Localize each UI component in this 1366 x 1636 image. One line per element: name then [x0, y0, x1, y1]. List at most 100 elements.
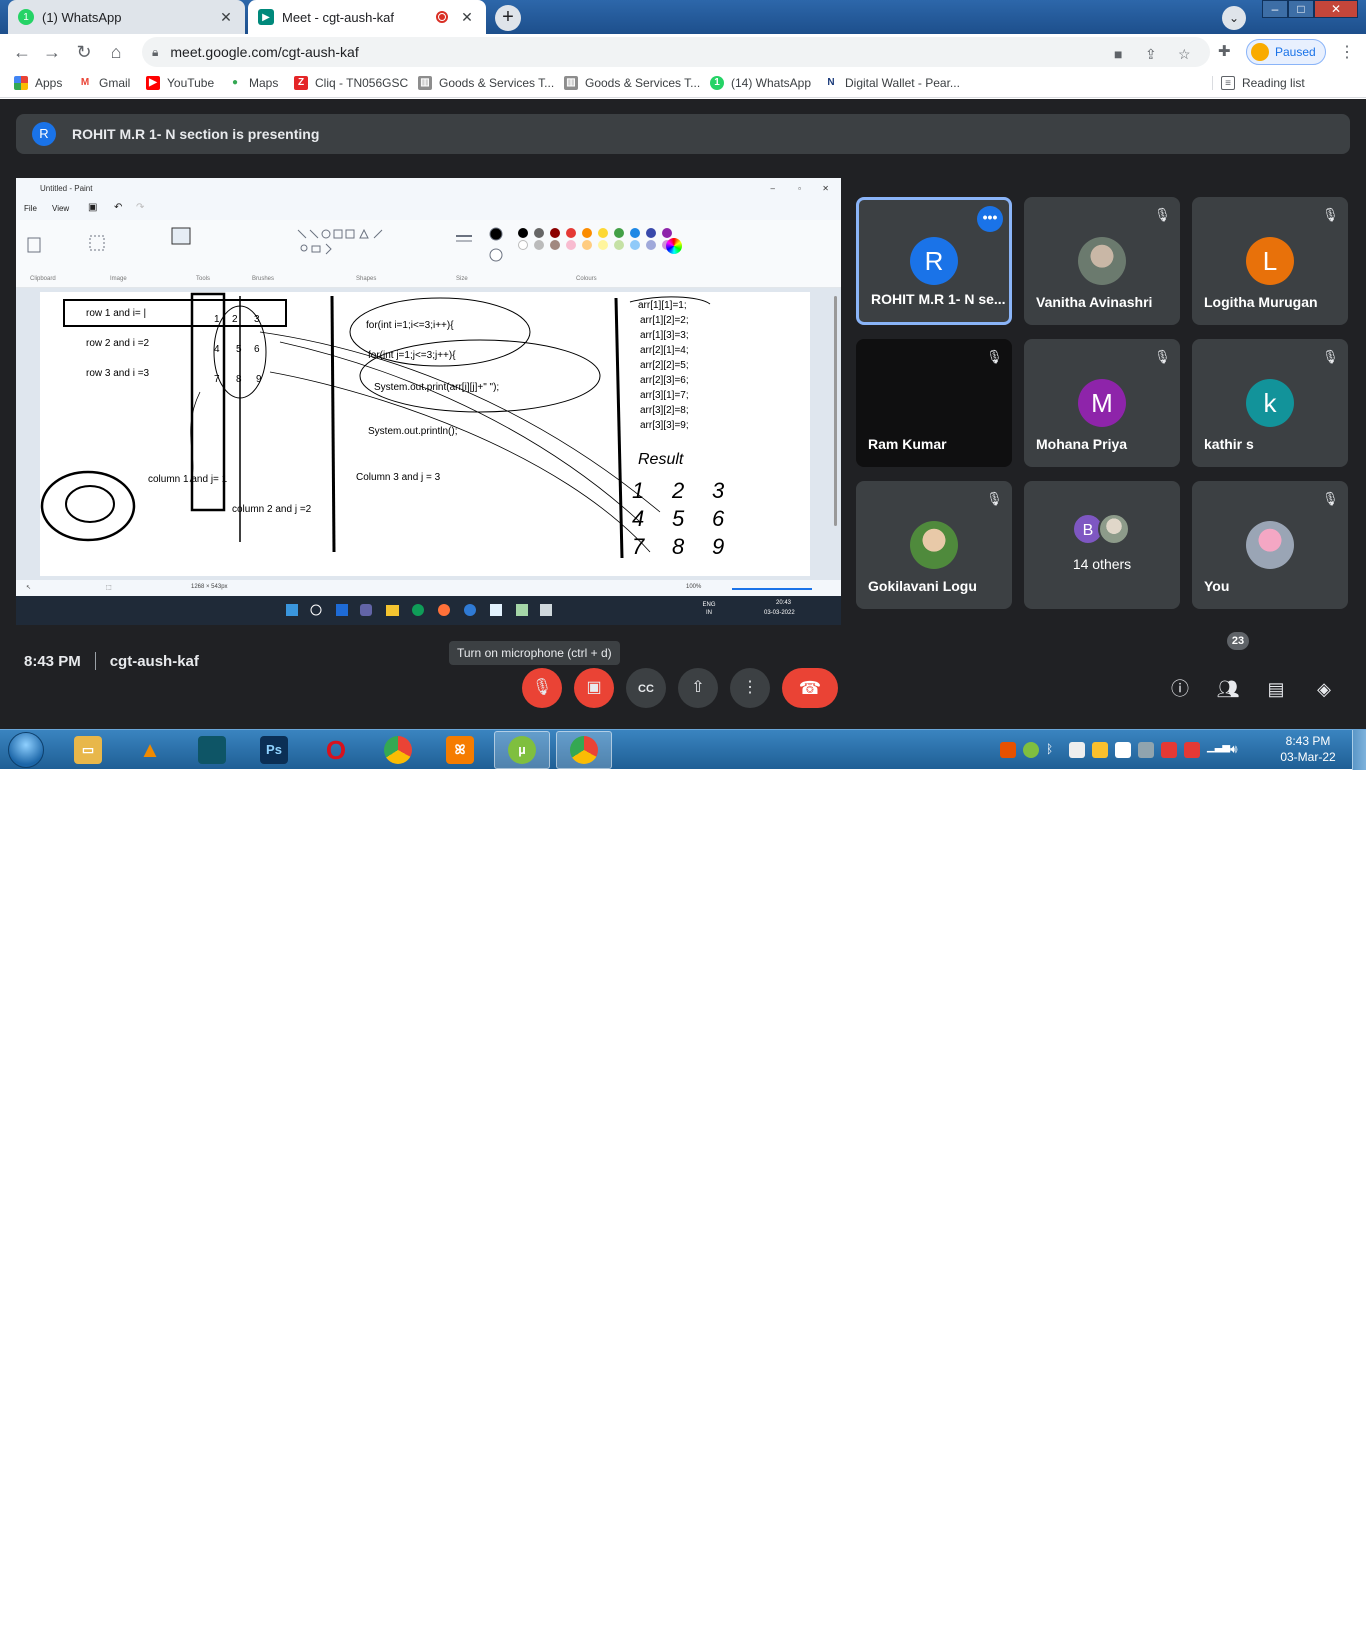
taskbar-chrome-profile[interactable] [556, 731, 612, 769]
whatsapp-icon: 1 [18, 9, 34, 25]
taskbar-explorer[interactable]: ▭ [60, 731, 116, 769]
participant-tile-gokilavani[interactable]: 🎙︎ Gokilavani Logu [856, 481, 1012, 609]
tray-icon[interactable] [1023, 742, 1039, 758]
avatar [910, 521, 958, 569]
tab-search-button[interactable]: ⌄ [1222, 6, 1246, 30]
taskbar-opera[interactable]: O [308, 731, 364, 769]
close-tab-icon[interactable]: ✕ [458, 9, 476, 26]
canvas-size: 1268 × 543px [191, 584, 228, 590]
participant-tile-vanitha[interactable]: 🎙︎ Vanitha Avinashri [1024, 197, 1180, 325]
chrome-profile-icon [570, 736, 598, 764]
present-button[interactable]: ⇧ [678, 668, 718, 708]
taskbar-xampp[interactable]: ꕤ [432, 731, 488, 769]
camera-toggle-button[interactable]: ▣ [574, 668, 614, 708]
matrix-cell: 3 [254, 314, 260, 325]
matrix-cell: 6 [254, 344, 260, 355]
more-options-icon[interactable]: ••• [977, 206, 1003, 232]
present-screen-icon: ⇧ [691, 679, 705, 696]
tray-icon[interactable] [1000, 742, 1016, 758]
tray-icon[interactable] [1115, 742, 1131, 758]
opera-icon: O [325, 735, 347, 765]
show-desktop-button[interactable] [1352, 730, 1366, 770]
participant-tile-ram[interactable]: 🎙︎ Ram Kumar [856, 339, 1012, 467]
more-options-button[interactable]: ⋮ [730, 668, 770, 708]
forward-icon[interactable]: → [40, 40, 64, 64]
people-button[interactable]: 👥︎ [1216, 677, 1240, 701]
participant-tile-logitha[interactable]: L 🎙︎ Logitha Murugan [1192, 197, 1348, 325]
tray-icon[interactable] [1161, 742, 1177, 758]
bookmark-youtube[interactable]: ▶ YouTube [146, 76, 214, 90]
meeting-code: cgt-aush-kaf [109, 652, 199, 670]
participant-tile-mohana[interactable]: M 🎙︎ Mohana Priya [1024, 339, 1180, 467]
presenting-banner: R ROHIT M.R 1- N section is presenting [16, 114, 1350, 154]
participant-tile-rohit[interactable]: R ••• ROHIT M.R 1- N se... [856, 197, 1012, 325]
captions-button[interactable]: CC [626, 668, 666, 708]
taskbar-vlc[interactable]: ▲ [122, 731, 178, 769]
system-clock[interactable]: 8:43 PM 03-Mar-22 [1272, 733, 1344, 765]
taskbar-chrome[interactable] [370, 731, 426, 769]
volume-icon[interactable]: 🔊︎ [1230, 742, 1246, 758]
presenter-clock-time: 20:43 [776, 600, 792, 606]
new-tab-button[interactable]: + [495, 5, 521, 31]
leave-call-button[interactable]: ☎︎ [782, 668, 838, 708]
taskbar-app[interactable] [184, 731, 240, 769]
bookmark-apps[interactable]: Apps [14, 76, 62, 90]
others-avatars: B [1072, 513, 1136, 547]
paint-maximize-icon: ▫ [798, 183, 801, 193]
meeting-info-button[interactable]: ⓘ [1168, 677, 1192, 701]
bookmark-label: Goods & Services T... [585, 76, 701, 90]
mic-toggle-button[interactable]: 🎙︎ [522, 668, 562, 708]
maximize-button[interactable]: □ [1288, 0, 1314, 18]
tab-whatsapp[interactable]: 1 (1) WhatsApp ✕ [8, 0, 245, 34]
network-signal-icon[interactable]: ▁▃▅ [1207, 742, 1230, 758]
bookmark-cliq[interactable]: Z Cliq - TN056GSC [294, 76, 408, 90]
bookmark-digital-wallet[interactable]: N Digital Wallet - Pear... [824, 76, 960, 90]
minimize-button[interactable]: – [1262, 0, 1288, 18]
browser-menu-icon[interactable]: ⋮ [1339, 42, 1355, 62]
tray-icon[interactable] [1069, 742, 1085, 758]
home-icon[interactable]: ⌂ [104, 40, 128, 64]
share-icon[interactable]: ⇪ [1145, 46, 1157, 63]
bluetooth-icon[interactable]: ᛒ [1046, 742, 1062, 758]
start-button[interactable] [8, 732, 44, 768]
bookmark-gmail[interactable]: M Gmail [78, 76, 130, 90]
reload-icon[interactable]: ↻ [72, 40, 96, 64]
matrix-cell: 9 [256, 374, 262, 385]
chat-button[interactable]: ▤ [1264, 677, 1288, 701]
canvas-row-1: row 1 and i= | [86, 308, 146, 319]
tray-icon[interactable] [1184, 742, 1200, 758]
reading-list-icon: ≡ [1221, 76, 1235, 90]
tray-icon[interactable] [1138, 742, 1154, 758]
tray-icon[interactable] [1092, 742, 1108, 758]
back-icon[interactable]: ← [10, 40, 34, 64]
clock-time: 8:43 PM [1285, 734, 1331, 748]
taskbar-utorrent[interactable]: µ [494, 731, 550, 769]
address-bar[interactable]: 🔒︎ meet.google.com/cgt-aush-kaf ■ ⇪ ☆ [142, 37, 1210, 67]
close-tab-icon[interactable]: ✕ [217, 9, 235, 26]
participant-name: Mohana Priya [1036, 436, 1128, 452]
tab-meet[interactable]: ▶ Meet - cgt-aush-kaf ✕ [248, 0, 486, 34]
bookmark-gst-2[interactable]: ▥ Goods & Services T... [564, 76, 700, 90]
result-cell: 7 [632, 534, 645, 559]
profile-button[interactable]: Paused [1246, 39, 1326, 65]
taskbar-photoshop[interactable]: Ps [246, 731, 302, 769]
close-window-button[interactable]: ✕ [1314, 0, 1358, 18]
result-cell: 9 [712, 534, 724, 559]
extensions-icon[interactable]: ✚ [1218, 42, 1231, 60]
bookmark-whatsapp[interactable]: 1 (14) WhatsApp [710, 76, 811, 90]
bookmark-maps[interactable]: ● Maps [228, 76, 278, 90]
ribbon-label: Image [110, 276, 127, 282]
camera-icon[interactable]: ■ [1114, 46, 1122, 62]
bookmark-star-icon[interactable]: ☆ [1178, 46, 1191, 63]
lock-icon[interactable]: 🔒︎ [152, 45, 158, 60]
participant-tile-kathir[interactable]: k 🎙︎ kathir s [1192, 339, 1348, 467]
avatar: M [1078, 379, 1126, 427]
mic-off-icon: 🎙︎ [1322, 491, 1339, 506]
activities-button[interactable]: ◈ [1312, 677, 1336, 701]
participant-tile-others[interactable]: B 14 others [1024, 481, 1180, 609]
participant-tile-you[interactable]: 🎙︎ You [1192, 481, 1348, 609]
more-vert-icon: ⋮ [742, 679, 758, 696]
reading-list-button[interactable]: ≡ Reading list [1212, 76, 1305, 90]
result-cell: 1 [632, 478, 644, 503]
bookmark-gst-1[interactable]: ▥ Goods & Services T... [418, 76, 554, 90]
